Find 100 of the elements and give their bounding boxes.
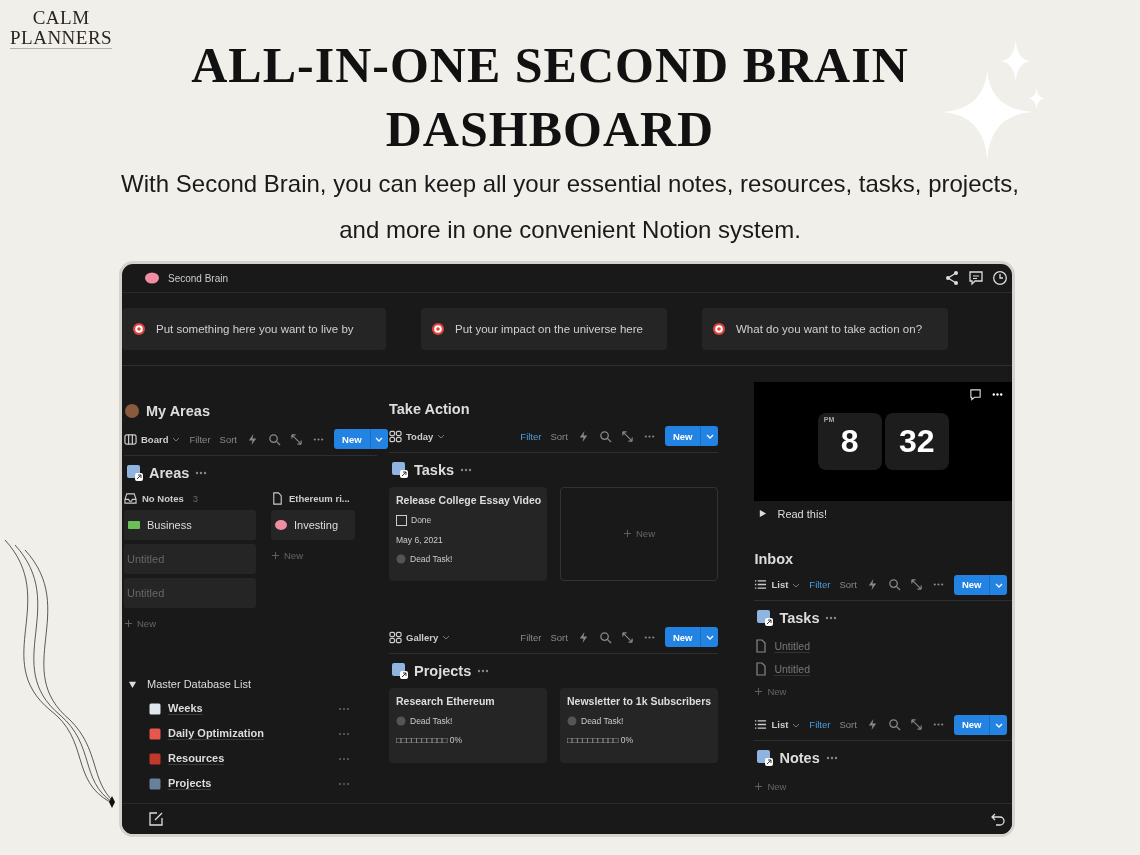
sort-button[interactable]: Sort bbox=[839, 719, 857, 731]
expand-icon[interactable] bbox=[909, 578, 923, 592]
filter-button[interactable]: Filter bbox=[809, 719, 831, 731]
status-dot-icon bbox=[396, 553, 406, 564]
new-dropdown-button[interactable] bbox=[989, 574, 1008, 595]
status-text: Dead Task! bbox=[410, 716, 453, 726]
search-icon[interactable] bbox=[598, 630, 612, 644]
gallery-card[interactable]: Release College Essay Video Done May 6, 2021 Dead Task! bbox=[389, 486, 547, 581]
plus-icon bbox=[124, 618, 133, 628]
expand-icon[interactable] bbox=[290, 432, 303, 446]
progress-text: □□□□□□□□□□ 0% bbox=[396, 735, 463, 745]
search-icon[interactable] bbox=[598, 429, 612, 443]
database-title[interactable]: Areas bbox=[149, 465, 190, 481]
card-title: Newsletter to 1k Subscribers bbox=[567, 695, 711, 707]
view-tab[interactable]: Gallery bbox=[389, 630, 451, 644]
view-tab[interactable]: Board bbox=[124, 432, 181, 446]
group-title: No Notes bbox=[142, 492, 184, 504]
undo-icon[interactable] bbox=[990, 811, 1006, 827]
view-tab[interactable]: List bbox=[754, 578, 801, 592]
checkbox[interactable] bbox=[396, 514, 407, 526]
share-icon[interactable] bbox=[944, 270, 960, 286]
chevron-icon bbox=[375, 435, 384, 443]
toggle-icon[interactable] bbox=[128, 679, 137, 689]
chevron-icon bbox=[437, 432, 446, 441]
sort-button[interactable]: Sort bbox=[550, 430, 568, 442]
card-title: Research Ethereum bbox=[396, 695, 496, 707]
callout-text: Put something here you want to live by bbox=[156, 323, 354, 335]
database-title[interactable]: Notes bbox=[779, 750, 820, 766]
section-heading: Take Action bbox=[389, 400, 470, 417]
search-icon[interactable] bbox=[887, 718, 901, 732]
callout-text: What do you want to take action on? bbox=[736, 323, 923, 335]
database-link-icon bbox=[756, 749, 775, 767]
database-link-icon bbox=[126, 464, 144, 482]
gallery-icon bbox=[389, 429, 402, 443]
new-button[interactable]: New bbox=[953, 714, 990, 735]
database-title[interactable]: Tasks bbox=[779, 609, 820, 626]
database-link[interactable]: Projects bbox=[168, 777, 212, 790]
edit-icon[interactable] bbox=[148, 811, 164, 827]
section-heading: My Areas bbox=[146, 403, 210, 419]
list-item[interactable]: Untitled bbox=[774, 639, 811, 653]
logo-text: CALM bbox=[32, 8, 90, 28]
filter-button[interactable]: Filter bbox=[809, 579, 831, 591]
database-title[interactable]: Tasks bbox=[414, 461, 455, 478]
target-icon bbox=[712, 322, 726, 336]
comment-icon[interactable] bbox=[968, 270, 984, 286]
plus-icon bbox=[623, 529, 632, 539]
checkbox-label: Done bbox=[411, 515, 432, 526]
search-icon[interactable] bbox=[887, 578, 901, 592]
expand-icon[interactable] bbox=[620, 630, 634, 644]
plus-icon bbox=[754, 781, 764, 791]
filter-button[interactable]: Filter bbox=[520, 430, 542, 442]
database-link-icon bbox=[391, 662, 409, 680]
chevron-icon bbox=[172, 435, 181, 443]
database-link[interactable]: Daily Optimization bbox=[168, 727, 264, 740]
new-button[interactable]: New bbox=[664, 426, 701, 447]
gallery-card[interactable]: Newsletter to 1k Subscribers Dead Task! □□□□□□□□□□ 0% bbox=[560, 688, 718, 763]
toggle-title[interactable]: Read this! bbox=[777, 507, 827, 520]
callout-text: Put your impact on the universe here bbox=[455, 323, 643, 335]
database-link[interactable]: Resources bbox=[168, 752, 225, 765]
headline: ALL-IN-ONE SECOND BRAIN DASHBOARD bbox=[190, 36, 910, 159]
logo-text: PLANNERS bbox=[10, 28, 113, 49]
database-link-icon bbox=[756, 608, 775, 627]
database-title[interactable]: Projects bbox=[414, 663, 472, 679]
status-text: Dead Task! bbox=[410, 553, 453, 564]
card-date: May 6, 2021 bbox=[396, 534, 444, 545]
board-card[interactable]: Business bbox=[124, 510, 256, 540]
search-icon[interactable] bbox=[268, 432, 281, 446]
comment-icon[interactable] bbox=[969, 388, 982, 401]
new-dropdown-button[interactable] bbox=[989, 714, 1008, 735]
sort-button[interactable]: Sort bbox=[839, 579, 857, 591]
gallery-card[interactable]: Research Ethereum Dead Task! □□□□□□□□□□ 0% bbox=[389, 688, 547, 763]
new-dropdown-button[interactable] bbox=[700, 627, 719, 648]
database-link[interactable]: Weeks bbox=[168, 702, 203, 715]
toggle-icon[interactable] bbox=[758, 509, 768, 519]
new-dropdown-button[interactable] bbox=[700, 426, 719, 447]
clock-icon[interactable] bbox=[992, 270, 1008, 286]
page-title[interactable]: Second Brain bbox=[168, 272, 229, 284]
board-card[interactable]: Investing bbox=[271, 510, 355, 540]
filter-button[interactable]: Filter bbox=[189, 433, 211, 445]
view-tab[interactable]: List bbox=[754, 718, 801, 732]
list-item[interactable]: Untitled bbox=[774, 662, 811, 676]
sort-button[interactable]: Sort bbox=[219, 433, 237, 445]
new-button[interactable]: New bbox=[664, 627, 701, 648]
lightning-icon[interactable] bbox=[246, 432, 259, 446]
group-count: 3 bbox=[192, 492, 198, 504]
view-tab[interactable]: Today bbox=[389, 429, 446, 443]
chevron-icon bbox=[705, 633, 714, 642]
plus-icon bbox=[271, 550, 280, 560]
card-title: Release College Essay Video bbox=[396, 493, 540, 506]
sort-button[interactable]: Sort bbox=[550, 631, 568, 643]
status-dot-icon bbox=[567, 716, 577, 726]
new-button[interactable]: New bbox=[334, 429, 370, 449]
new-button[interactable]: New bbox=[953, 574, 990, 595]
expand-icon[interactable] bbox=[909, 718, 923, 732]
database-link-icon bbox=[391, 460, 409, 479]
plus-icon bbox=[754, 687, 764, 697]
group-title: Ethereum ri... bbox=[289, 492, 350, 504]
expand-icon[interactable] bbox=[620, 429, 634, 443]
filter-button[interactable]: Filter bbox=[520, 631, 542, 643]
toggle-title[interactable]: Master Database List bbox=[147, 678, 251, 690]
